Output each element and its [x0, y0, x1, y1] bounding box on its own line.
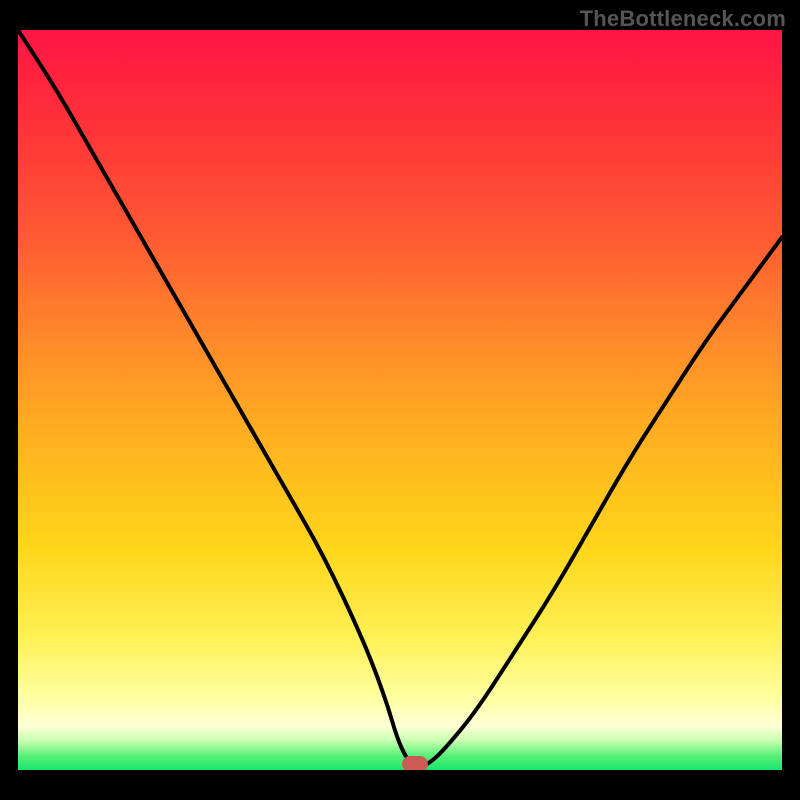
bottleneck-curve — [18, 30, 782, 770]
trough-marker — [402, 756, 428, 770]
chart-frame: TheBottleneck.com — [0, 0, 800, 800]
watermark-text: TheBottleneck.com — [580, 6, 786, 32]
plot-area — [18, 30, 782, 770]
